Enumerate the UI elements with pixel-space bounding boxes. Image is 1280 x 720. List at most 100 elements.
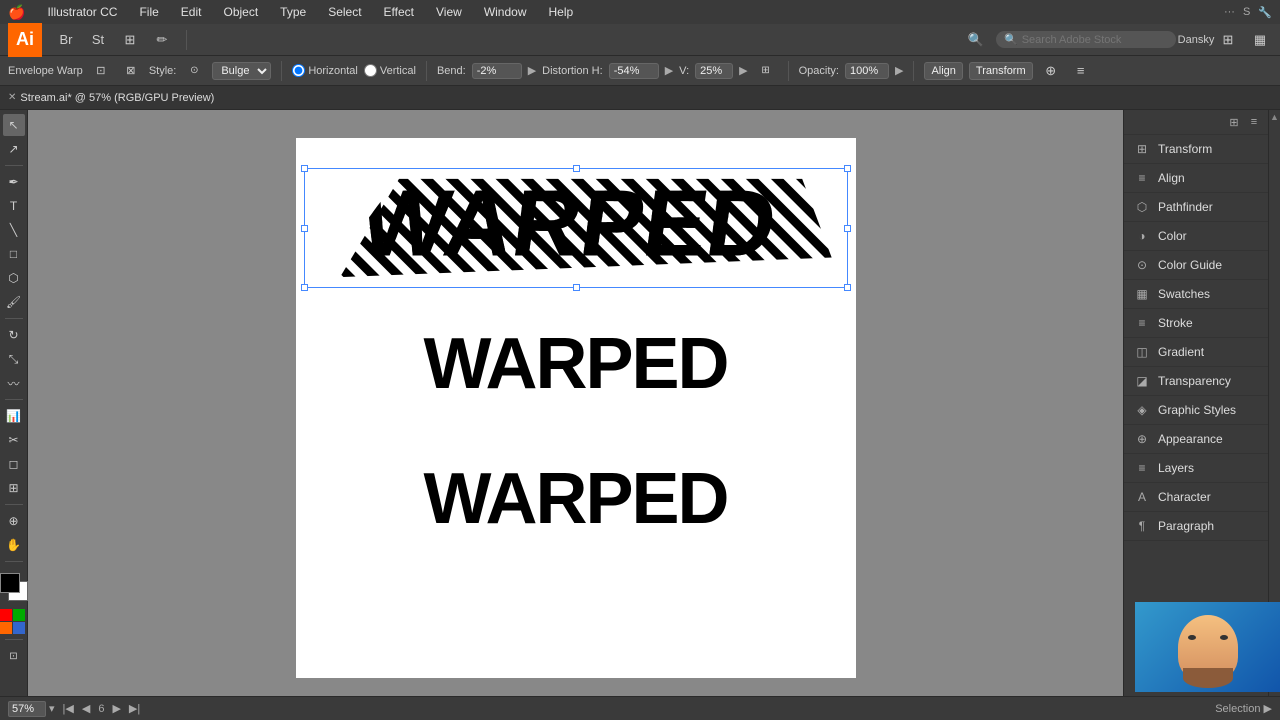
menu-help[interactable]: Help xyxy=(545,3,578,21)
menu-edit[interactable]: Edit xyxy=(177,3,206,21)
swatch-orange[interactable] xyxy=(0,622,12,634)
artboard-tool[interactable]: ⊡ xyxy=(3,645,25,667)
bridge-button[interactable]: Br xyxy=(54,28,78,52)
panel-item-layers[interactable]: ≡ Layers xyxy=(1124,454,1268,483)
align-button[interactable]: Align xyxy=(924,62,962,80)
menu-window[interactable]: Window xyxy=(480,3,531,21)
panel-item-align[interactable]: ≡ Align xyxy=(1124,164,1268,193)
tool-sep-2 xyxy=(5,318,23,319)
extra-icon-2[interactable]: ≡ xyxy=(1069,59,1093,83)
nav-next-button[interactable]: ▶ xyxy=(112,702,120,715)
horizontal-radio[interactable]: Horizontal xyxy=(292,64,358,77)
handle-mr[interactable] xyxy=(844,225,851,232)
panel-item-gradient[interactable]: ◫ Gradient xyxy=(1124,338,1268,367)
envelope-icon-2[interactable]: ⊠ xyxy=(119,59,143,83)
tool-arrow[interactable]: ▶ xyxy=(1264,703,1272,715)
swatch-green[interactable] xyxy=(13,609,25,621)
menu-view[interactable]: View xyxy=(432,3,466,21)
apple-menu[interactable]: 🍎 xyxy=(8,4,25,21)
selection-tool[interactable]: ↖ xyxy=(3,114,25,136)
color-selector[interactable] xyxy=(0,571,30,603)
pen-tool[interactable]: ✒ xyxy=(3,171,25,193)
distortion-v-input[interactable] xyxy=(695,63,733,79)
stock-search-input[interactable] xyxy=(1022,34,1162,46)
panel-item-stroke[interactable]: ≡ Stroke xyxy=(1124,309,1268,338)
pencil-button[interactable]: ✏ xyxy=(150,28,174,52)
tab-close-button[interactable]: ✕ xyxy=(8,92,16,103)
line-tool[interactable]: ╲ xyxy=(3,219,25,241)
menu-select[interactable]: Select xyxy=(324,3,365,21)
direct-selection-tool[interactable]: ↗ xyxy=(3,138,25,160)
swatch-blue[interactable] xyxy=(13,622,25,634)
stock-button[interactable]: St xyxy=(86,28,110,52)
eraser-tool[interactable]: ◻ xyxy=(3,453,25,475)
nav-last-button[interactable]: ▶| xyxy=(129,702,140,715)
vertical-radio[interactable]: Vertical xyxy=(364,64,416,77)
opacity-arrow[interactable]: ▶ xyxy=(895,64,903,77)
panel-item-paragraph[interactable]: ¶ Paragraph xyxy=(1124,512,1268,541)
transform-button[interactable]: Transform xyxy=(969,62,1033,80)
panel-expand-icon[interactable]: ⊞ xyxy=(1226,114,1242,130)
handle-tr[interactable] xyxy=(844,165,851,172)
panel-item-graphic-styles[interactable]: ◈ Graphic Styles xyxy=(1124,396,1268,425)
search-icon[interactable]: 🔍 xyxy=(964,28,988,52)
panel-label-transform: Transform xyxy=(1158,142,1212,156)
handle-tc[interactable] xyxy=(573,165,580,172)
layout-button[interactable]: ⊞ xyxy=(118,28,142,52)
arrange-button[interactable]: ⊞ xyxy=(1216,28,1240,52)
shape-tool[interactable]: □ xyxy=(3,243,25,265)
paint-tool[interactable]: ⬡ xyxy=(3,267,25,289)
opacity-input[interactable] xyxy=(845,63,889,79)
handle-bl[interactable] xyxy=(301,284,308,291)
panel-item-transform[interactable]: ⊞ Transform xyxy=(1124,135,1268,164)
zoom-tool[interactable]: ⊕ xyxy=(3,510,25,532)
swatch-red[interactable] xyxy=(0,609,12,621)
panel-button[interactable]: ▦ xyxy=(1248,28,1272,52)
extra-icon-1[interactable]: ⊕ xyxy=(1039,59,1063,83)
envelope-warp-object[interactable]: WARPED WARPED xyxy=(304,168,848,288)
handle-bc[interactable] xyxy=(573,284,580,291)
user-profile[interactable]: Dansky xyxy=(1184,28,1208,52)
foreground-color[interactable] xyxy=(0,573,20,593)
panel-item-swatches[interactable]: ▦ Swatches xyxy=(1124,280,1268,309)
bend-input[interactable] xyxy=(472,63,522,79)
rotate-tool[interactable]: ↻ xyxy=(3,324,25,346)
dist-h-arrow[interactable]: ▶ xyxy=(665,64,673,77)
handle-br[interactable] xyxy=(844,284,851,291)
panel-label-layers: Layers xyxy=(1158,461,1194,475)
dist-v-arrow[interactable]: ▶ xyxy=(739,64,747,77)
style-dropdown[interactable]: Bulge xyxy=(212,62,271,80)
zoom-dropdown-arrow[interactable]: ▾ xyxy=(49,702,55,715)
panel-item-color-guide[interactable]: ⊙ Color Guide xyxy=(1124,251,1268,280)
distortion-h-input[interactable] xyxy=(609,63,659,79)
hand-tool[interactable]: ✋ xyxy=(3,534,25,556)
nav-first-button[interactable]: |◀ xyxy=(63,702,74,715)
nav-prev-button[interactable]: ◀ xyxy=(82,702,90,715)
scroll-up-arrow[interactable]: ▲ xyxy=(1270,112,1279,122)
grid-tool[interactable]: ⊞ xyxy=(3,477,25,499)
menu-type[interactable]: Type xyxy=(276,3,310,21)
panel-icon-align: ≡ xyxy=(1134,170,1150,186)
type-tool[interactable]: T xyxy=(3,195,25,217)
bend-arrow-right[interactable]: ▶ xyxy=(528,64,536,77)
panel-menu-icon[interactable]: ≡ xyxy=(1246,114,1262,130)
panel-item-appearance[interactable]: ⊕ Appearance xyxy=(1124,425,1268,454)
graph-tool[interactable]: 📊 xyxy=(3,405,25,427)
handle-tl[interactable] xyxy=(301,165,308,172)
panel-item-transparency[interactable]: ◪ Transparency xyxy=(1124,367,1268,396)
handle-ml[interactable] xyxy=(301,225,308,232)
paintbrush-tool[interactable]: 🖌 xyxy=(3,291,25,313)
envelope-icon-1[interactable]: ⊡ xyxy=(89,59,113,83)
stock-search-bar[interactable]: 🔍 xyxy=(996,31,1176,48)
panel-item-pathfinder[interactable]: ⬡ Pathfinder xyxy=(1124,193,1268,222)
panel-label-transparency: Transparency xyxy=(1158,374,1231,388)
panel-item-color[interactable]: ◑ Color xyxy=(1124,222,1268,251)
panel-item-character[interactable]: A Character xyxy=(1124,483,1268,512)
slice-tool[interactable]: ✂ xyxy=(3,429,25,451)
zoom-input[interactable] xyxy=(8,701,46,717)
menu-effect[interactable]: Effect xyxy=(380,3,418,21)
warp-tool[interactable]: 〰 xyxy=(3,372,25,394)
menu-object[interactable]: Object xyxy=(219,3,262,21)
scale-tool[interactable]: ⤡ xyxy=(3,348,25,370)
menu-file[interactable]: File xyxy=(135,3,162,21)
